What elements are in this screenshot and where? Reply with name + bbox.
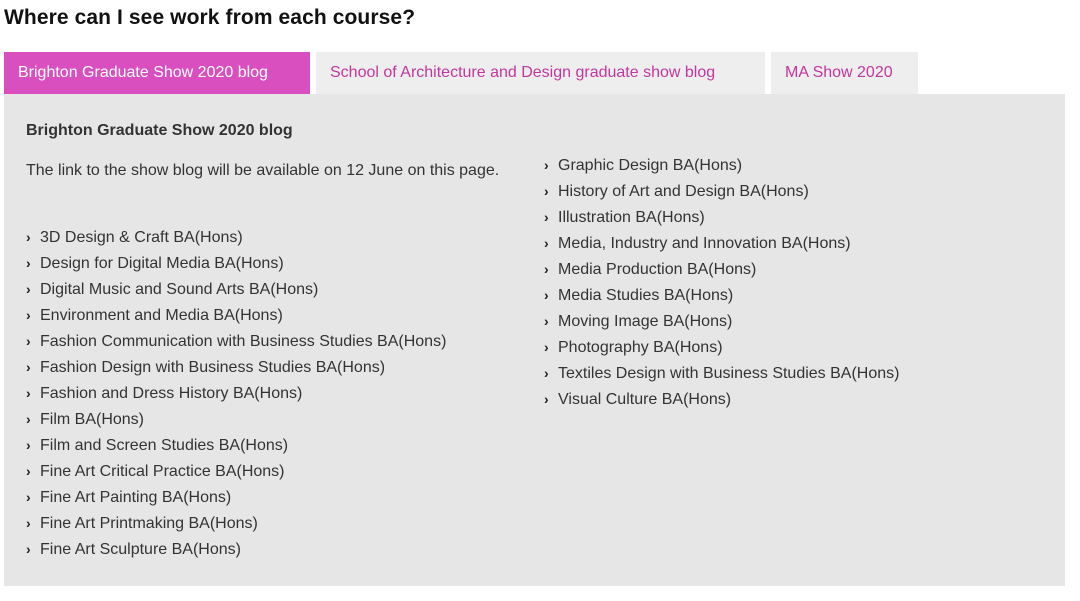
course-link-label: Photography BA(Hons) [558, 339, 723, 356]
page: Where can I see work from each course? B… [0, 0, 1080, 601]
course-link[interactable]: › Fashion Communication with Business Stu… [26, 328, 446, 354]
course-link[interactable]: › Media, Industry and Innovation BA(Hons) [544, 230, 899, 256]
course-link-label: Fine Art Sculpture BA(Hons) [40, 541, 241, 558]
course-link[interactable]: › Visual Culture BA(Hons) [544, 386, 899, 412]
course-link-label: Environment and Media BA(Hons) [40, 307, 283, 324]
course-link[interactable]: › Fine Art Sculpture BA(Hons) [26, 536, 446, 562]
course-link-label: Digital Music and Sound Arts BA(Hons) [40, 281, 319, 298]
course-link[interactable]: › 3D Design & Craft BA(Hons) [26, 224, 446, 250]
chevron-right-icon: › [544, 261, 549, 277]
chevron-right-icon: › [26, 255, 31, 271]
course-link-label: 3D Design & Craft BA(Hons) [40, 229, 243, 246]
chevron-right-icon: › [26, 281, 31, 297]
course-list-right: › Graphic Design BA(Hons) › History of Art … [544, 152, 899, 412]
course-link-label: Design for Digital Media BA(Hons) [40, 255, 284, 272]
chevron-right-icon: › [26, 411, 31, 427]
chevron-right-icon: › [26, 515, 31, 531]
course-link-label: Film BA(Hons) [40, 411, 145, 428]
course-link-label: Graphic Design BA(Hons) [558, 157, 743, 174]
chevron-right-icon: › [544, 183, 549, 199]
course-link-label: Media, Industry and Innovation BA(Hons) [558, 235, 851, 252]
course-link-label: Fine Art Printmaking BA(Hons) [40, 515, 258, 532]
course-link[interactable]: › Design for Digital Media BA(Hons) [26, 250, 446, 276]
course-link-label: Fashion and Dress History BA(Hons) [40, 385, 303, 402]
tab-brighton-graduate-show[interactable]: Brighton Graduate Show 2020 blog [4, 52, 310, 94]
course-link[interactable]: › Film and Screen Studies BA(Hons) [26, 432, 446, 458]
chevron-right-icon: › [544, 209, 549, 225]
chevron-right-icon: › [544, 391, 549, 407]
chevron-right-icon: › [26, 489, 31, 505]
course-link-label: History of Art and Design BA(Hons) [558, 183, 809, 200]
course-link[interactable]: › Media Studies BA(Hons) [544, 282, 899, 308]
course-list-left: › 3D Design & Craft BA(Hons) › Design for D… [26, 224, 446, 562]
course-link[interactable]: › Photography BA(Hons) [544, 334, 899, 360]
tab-ma-show[interactable]: MA Show 2020 [771, 52, 918, 94]
chevron-right-icon: › [26, 229, 31, 245]
panel-intro: The link to the show blog will be availa… [26, 162, 500, 179]
chevron-right-icon: › [26, 385, 31, 401]
course-link[interactable]: › Fashion and Dress History BA(Hons) [26, 380, 446, 406]
chevron-right-icon: › [26, 541, 31, 557]
course-link[interactable]: › Textiles Design with Business Studies B… [544, 360, 899, 386]
page-heading: Where can I see work from each course? [4, 6, 416, 29]
course-link-label: Fashion Design with Business Studies BA(… [40, 359, 386, 376]
course-link-label: Fashion Communication with Business Stud… [40, 333, 447, 350]
course-link-label: Film and Screen Studies BA(Hons) [40, 437, 289, 454]
course-link[interactable]: › Fine Art Printmaking BA(Hons) [26, 510, 446, 536]
course-link-label: Media Production BA(Hons) [558, 261, 757, 278]
chevron-right-icon: › [544, 339, 549, 355]
chevron-right-icon: › [26, 307, 31, 323]
chevron-right-icon: › [544, 287, 549, 303]
course-link-label: Visual Culture BA(Hons) [558, 391, 732, 408]
course-link[interactable]: › Film BA(Hons) [26, 406, 446, 432]
course-link[interactable]: › Fine Art Critical Practice BA(Hons) [26, 458, 446, 484]
tab-panel: Brighton Graduate Show 2020 blog The lin… [4, 94, 1065, 586]
course-link[interactable]: › Graphic Design BA(Hons) [544, 152, 899, 178]
chevron-right-icon: › [26, 333, 31, 349]
course-link[interactable]: › Illustration BA(Hons) [544, 204, 899, 230]
chevron-right-icon: › [26, 463, 31, 479]
course-link[interactable]: › History of Art and Design BA(Hons) [544, 178, 899, 204]
course-link[interactable]: › Fashion Design with Business Studies BA… [26, 354, 446, 380]
chevron-right-icon: › [544, 313, 549, 329]
chevron-right-icon: › [26, 437, 31, 453]
course-link[interactable]: › Fine Art Painting BA(Hons) [26, 484, 446, 510]
course-link[interactable]: › Digital Music and Sound Arts BA(Hons) [26, 276, 446, 302]
course-link-label: Fine Art Painting BA(Hons) [40, 489, 232, 506]
course-link-label: Textiles Design with Business Studies BA… [558, 365, 900, 382]
course-link[interactable]: › Environment and Media BA(Hons) [26, 302, 446, 328]
tab-architecture-design-show[interactable]: School of Architecture and Design gradua… [316, 52, 765, 94]
chevron-right-icon: › [26, 359, 31, 375]
chevron-right-icon: › [544, 365, 549, 381]
chevron-right-icon: › [544, 157, 549, 173]
course-link[interactable]: › Moving Image BA(Hons) [544, 308, 899, 334]
chevron-right-icon: › [544, 235, 549, 251]
panel-title: Brighton Graduate Show 2020 blog [26, 122, 293, 139]
course-link-label: Fine Art Critical Practice BA(Hons) [40, 463, 285, 480]
course-link[interactable]: › Media Production BA(Hons) [544, 256, 899, 282]
tab-bar: Brighton Graduate Show 2020 blog School … [4, 52, 918, 94]
course-link-label: Illustration BA(Hons) [558, 209, 705, 226]
course-link-label: Media Studies BA(Hons) [558, 287, 734, 304]
course-link-label: Moving Image BA(Hons) [558, 313, 733, 330]
